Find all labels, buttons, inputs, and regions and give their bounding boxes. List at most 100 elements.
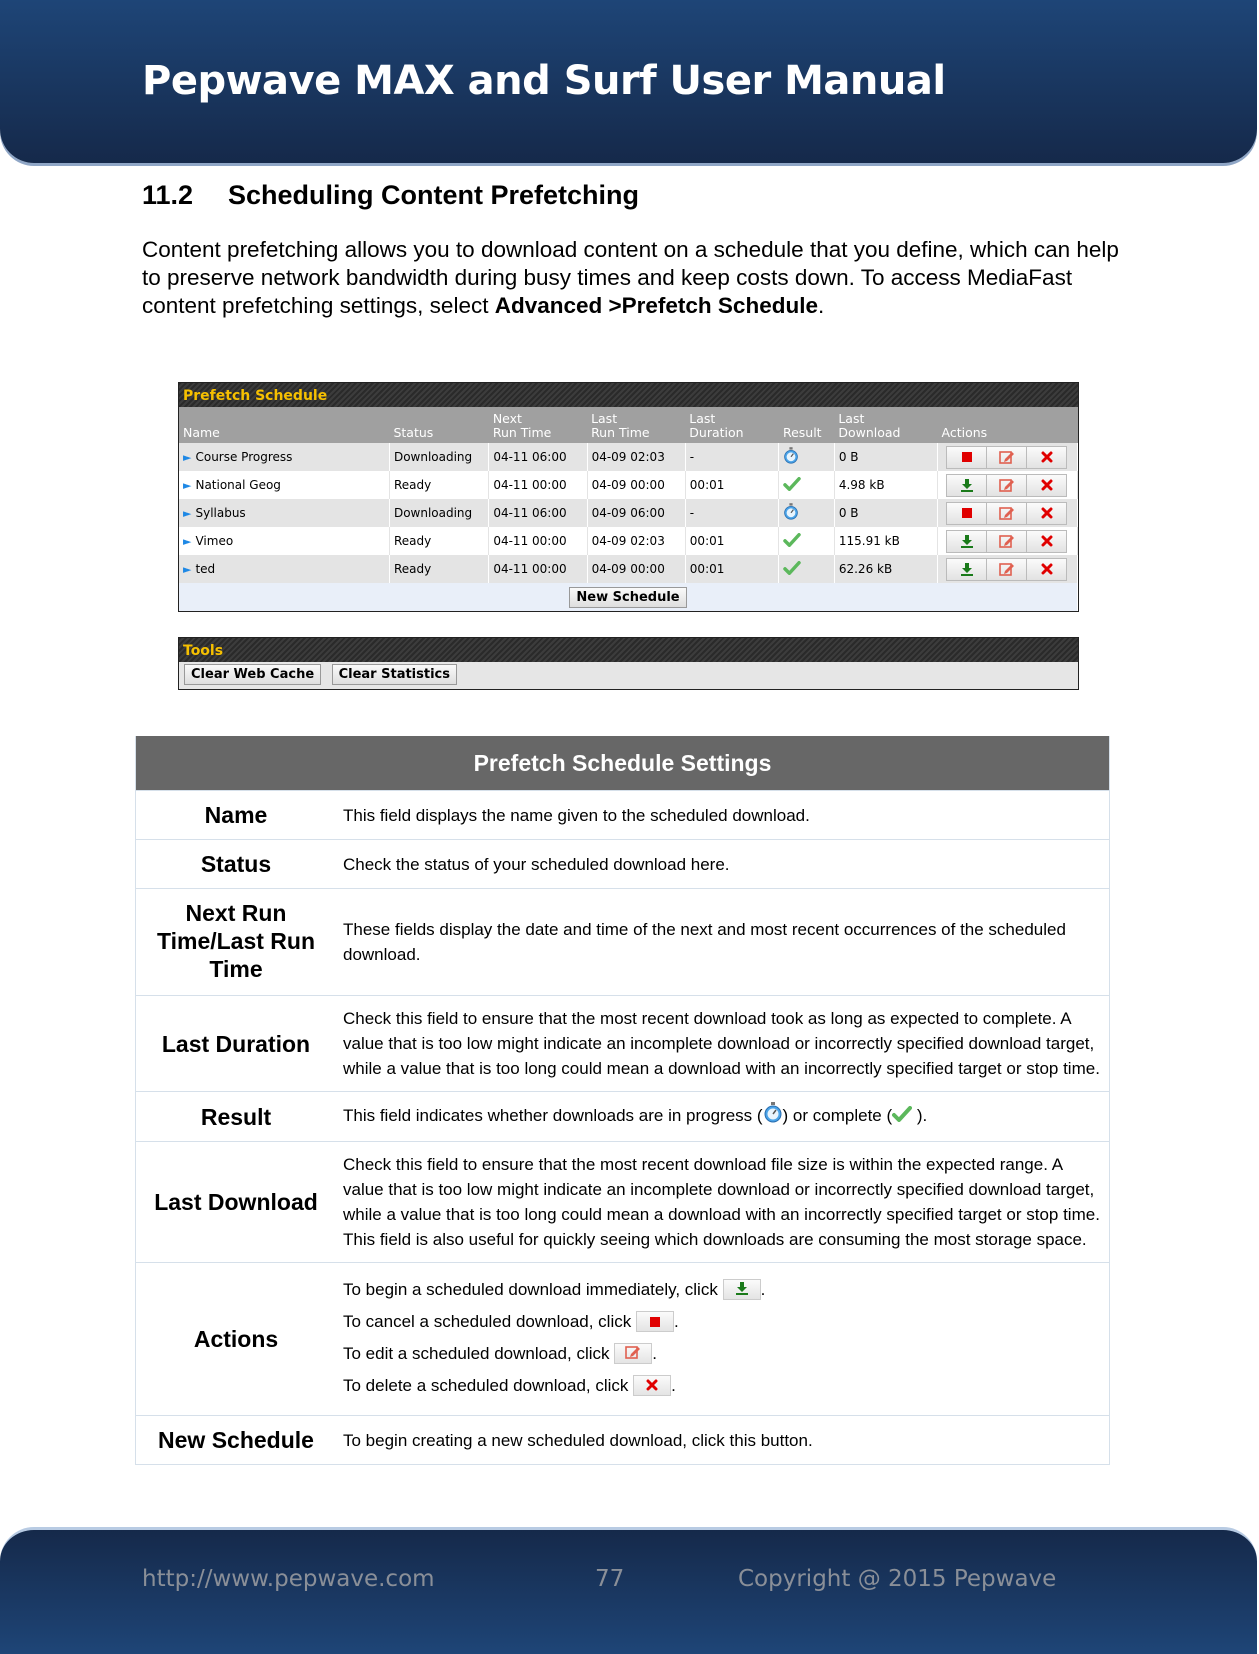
schedule-status: Downloading — [389, 499, 490, 527]
settings-value: This field displays the name given to th… — [336, 790, 1110, 840]
delete-schedule-button[interactable] — [1026, 445, 1068, 469]
download-now-button[interactable] — [946, 529, 988, 553]
stop-icon — [635, 1311, 674, 1332]
download-icon — [960, 478, 974, 492]
expand-arrow-icon[interactable]: ► — [183, 479, 191, 492]
edit-schedule-button[interactable] — [986, 557, 1028, 581]
column-header: Result — [778, 407, 835, 443]
clear-web-cache-button[interactable]: Clear Web Cache — [184, 664, 322, 685]
actions-cell — [937, 443, 1078, 471]
delete-icon — [1041, 478, 1053, 492]
last-download: 62.26 kB — [834, 555, 939, 583]
clear-statistics-button[interactable]: Clear Statistics — [331, 664, 457, 685]
stop-download-button[interactable] — [946, 445, 988, 469]
last-run-time: 04-09 06:00 — [587, 499, 686, 527]
schedule-name[interactable]: ► ted — [179, 555, 390, 583]
stopwatch-icon — [783, 446, 799, 468]
download-now-button[interactable] — [946, 473, 988, 497]
prefetch-schedule-table: Name Status Next Run Time Last Run Time Last Du… — [179, 407, 1078, 611]
settings-row-status: Status Check the status of your schedule… — [135, 839, 1110, 889]
settings-key: Last Download — [135, 1141, 336, 1263]
schedule-status: Downloading — [389, 443, 490, 471]
schedule-name-text: ted — [195, 562, 216, 576]
tools-title: Tools — [179, 638, 1078, 662]
checkmark-icon — [783, 476, 802, 494]
schedule-name[interactable]: ► Vimeo — [179, 527, 390, 555]
settings-row-name: Name This field displays the name given … — [135, 790, 1110, 840]
download-now-button[interactable] — [946, 557, 988, 581]
edit-icon — [998, 534, 1015, 548]
settings-key: Last Duration — [135, 995, 336, 1092]
edit-schedule-button[interactable] — [986, 445, 1028, 469]
actions-cell — [937, 555, 1078, 583]
settings-row-actions: Actions To begin a scheduled download im… — [135, 1262, 1110, 1416]
footer-url[interactable]: http://www.pepwave.com — [142, 1566, 435, 1592]
result-cell — [778, 527, 835, 555]
schedule-name-text: National Geog — [195, 478, 281, 492]
settings-row-last-duration: Last Duration Check this field to ensure… — [135, 995, 1110, 1092]
delete-icon — [1041, 506, 1053, 520]
edit-schedule-button[interactable] — [986, 501, 1028, 525]
expand-arrow-icon[interactable]: ► — [183, 451, 191, 464]
new-schedule-button[interactable]: New Schedule — [569, 586, 687, 608]
delete-schedule-button[interactable] — [1026, 529, 1068, 553]
page-header-banner: Pepwave MAX and Surf User Manual — [0, 0, 1257, 163]
settings-value: To begin a scheduled download immediatel… — [336, 1262, 1110, 1416]
last-duration: 00:01 — [685, 471, 780, 499]
settings-value: Check this field to ensure that the most… — [336, 1141, 1110, 1263]
expand-arrow-icon[interactable]: ► — [183, 507, 191, 520]
edit-icon — [998, 478, 1015, 492]
section-number: 11.2 — [142, 180, 194, 210]
delete-icon — [633, 1375, 672, 1396]
edit-schedule-button[interactable] — [986, 473, 1028, 497]
schedule-name[interactable]: ► Course Progress — [179, 443, 390, 471]
table-row: ► Course Progress Downloading 04-11 06:00 04… — [179, 443, 1078, 471]
edit-icon — [998, 506, 1015, 520]
settings-value: Check this field to ensure that the most… — [336, 995, 1110, 1092]
column-header: Actions — [937, 407, 1078, 443]
checkmark-icon — [783, 532, 802, 550]
settings-key: Actions — [135, 1262, 336, 1416]
checkmark-icon — [783, 560, 802, 578]
expand-arrow-icon[interactable]: ► — [183, 563, 191, 576]
footer-copyright: Copyright @ 2015 Pepwave — [738, 1566, 1057, 1592]
manual-title: Pepwave MAX and Surf User Manual — [142, 58, 946, 104]
edit-schedule-button[interactable] — [986, 529, 1028, 553]
column-header: Last Download — [834, 407, 938, 443]
last-download: 4.98 kB — [834, 471, 939, 499]
schedule-name[interactable]: ► Syllabus — [179, 499, 390, 527]
next-run-time: 04-11 00:00 — [488, 471, 588, 499]
result-cell — [778, 443, 835, 471]
settings-key: Status — [135, 839, 336, 889]
prefetch-schedule-title: Prefetch Schedule — [179, 383, 1078, 407]
table-row: ► Vimeo Ready 04-11 00:00 04-09 02:03 00:01 11… — [179, 527, 1078, 555]
download-now-icon — [722, 1279, 761, 1300]
actions-cell — [937, 471, 1078, 499]
settings-row-next-last-run: Next Run Time/Last Run Time These fields… — [135, 888, 1110, 996]
checkmark-icon — [892, 1104, 913, 1129]
delete-icon — [1041, 534, 1053, 548]
settings-key: New Schedule — [135, 1415, 336, 1465]
stopwatch-icon — [783, 502, 799, 524]
settings-row-result: Result This field indicates whether down… — [135, 1091, 1110, 1142]
next-run-time: 04-11 06:00 — [488, 499, 588, 527]
column-header: Next Run Time — [488, 407, 588, 443]
settings-key: Result — [135, 1091, 336, 1142]
delete-schedule-button[interactable] — [1026, 473, 1068, 497]
last-download: 0 B — [834, 443, 939, 471]
delete-icon — [1041, 562, 1053, 576]
delete-schedule-button[interactable] — [1026, 501, 1068, 525]
stop-download-button[interactable] — [946, 501, 988, 525]
last-run-time: 04-09 02:03 — [587, 527, 686, 555]
expand-arrow-icon[interactable]: ► — [183, 535, 191, 548]
delete-schedule-button[interactable] — [1026, 557, 1068, 581]
tools-panel: Tools Clear Web Cache Clear Statistics — [178, 637, 1079, 690]
schedule-name[interactable]: ► National Geog — [179, 471, 390, 499]
schedule-name-text: Course Progress — [195, 450, 293, 464]
page-footer-banner: http://www.pepwave.com 77 Copyright @ 20… — [0, 1527, 1257, 1654]
section-title: Scheduling Content Prefetching — [228, 180, 640, 210]
last-run-time: 04-09 02:03 — [587, 443, 686, 471]
table-row: ► National Geog Ready 04-11 00:00 04-09 00:0… — [179, 471, 1078, 499]
settings-key: Next Run Time/Last Run Time — [135, 888, 336, 996]
result-cell — [778, 555, 835, 583]
